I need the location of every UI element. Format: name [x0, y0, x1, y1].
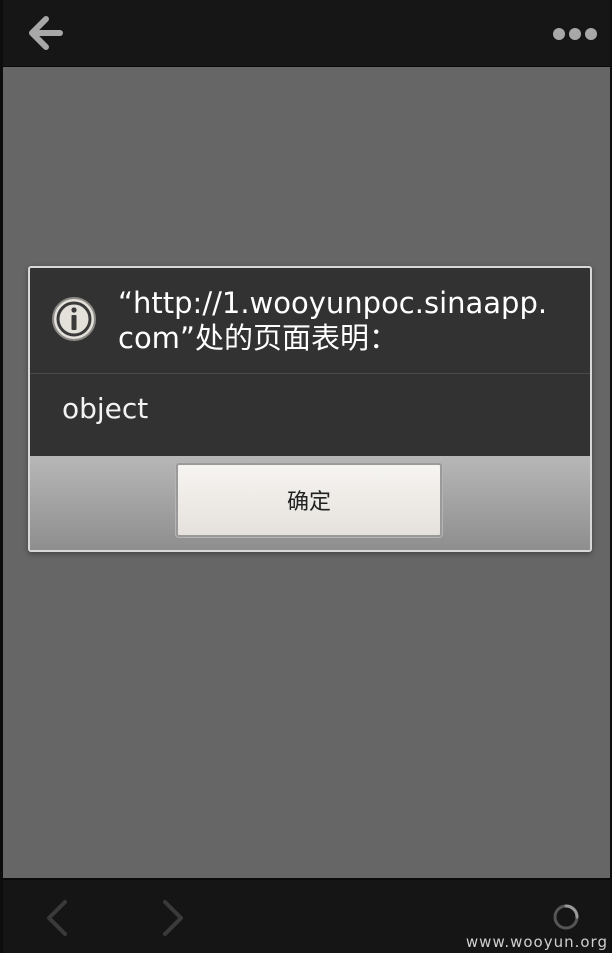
back-button[interactable] — [21, 10, 67, 56]
chevron-right-icon[interactable] — [155, 899, 191, 937]
dialog-header: “http://1.wooyunpoc.sinaapp.com”处的页面表明： — [30, 268, 590, 374]
dialog-footer: 确定 — [30, 456, 590, 550]
arrow-left-icon — [29, 16, 63, 50]
alert-dialog: “http://1.wooyunpoc.sinaapp.com”处的页面表明： … — [28, 266, 592, 552]
watermark-text: www.wooyun.org — [465, 933, 608, 951]
loading-spinner-icon — [553, 904, 579, 930]
browser-screen: “http://1.wooyunpoc.sinaapp.com”处的页面表明： … — [3, 0, 610, 953]
chevron-left-icon[interactable] — [39, 899, 75, 937]
more-dots-icon — [553, 28, 597, 40]
ok-button[interactable]: 确定 — [176, 463, 442, 537]
top-toolbar — [3, 0, 610, 67]
more-menu-button[interactable] — [548, 14, 602, 54]
dialog-title: “http://1.wooyunpoc.sinaapp.com”处的页面表明： — [118, 286, 548, 355]
dialog-message: object — [62, 392, 149, 425]
info-icon — [52, 297, 96, 341]
